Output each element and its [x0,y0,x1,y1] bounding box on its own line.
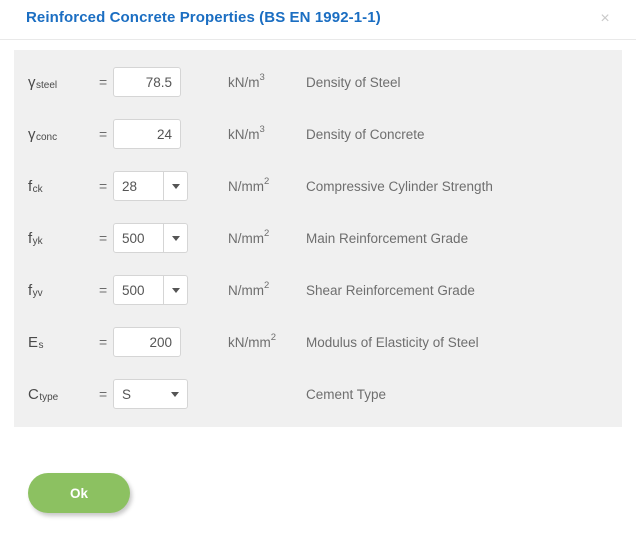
property-symbol-label: Ctype [28,368,58,420]
symbol-base: f [28,281,33,299]
unit-base: N/mm [228,230,264,246]
select-value: S [122,386,132,402]
symbol-base: C [28,385,39,403]
property-symbol-label: γ conc [28,108,57,160]
value-input[interactable] [113,327,181,357]
value-input[interactable] [113,67,181,97]
property-field: S [113,368,188,420]
equals-sign: = [99,334,108,350]
symbol-base: E [28,333,39,351]
symbol-subscript: s [38,339,44,351]
unit-label: kN/m 3 [228,56,265,108]
value-input[interactable] [113,119,181,149]
property-field [113,56,181,108]
property-description: Compressive Cylinder Strength [306,178,493,194]
property-description: Modulus of Elasticity of Steel [306,334,479,350]
value-combobox[interactable]: 500 [113,275,188,305]
unit-exponent: 2 [270,331,277,343]
chevron-down-icon[interactable] [164,275,188,305]
unit-base: N/mm [228,178,264,194]
property-row: f yk = 500 N/mm 2 Main Reinforcement Grade [14,212,622,264]
property-field: 500 [113,212,188,264]
equals-sign: = [99,386,108,402]
property-description: Density of Concrete [306,126,425,142]
symbol-base: f [28,177,33,195]
property-symbol-label: f yv [28,264,43,316]
reinforced-concrete-properties-dialog: Reinforced Concrete Properties (BS EN 19… [0,0,636,541]
page-title: Reinforced Concrete Properties (BS EN 19… [26,9,381,26]
properties-panel: γsteel=kN/m3Density of Steelγconc=kN/m3D… [14,50,622,427]
caret-glyph [171,183,180,189]
property-description: Main Reinforcement Grade [306,230,469,246]
property-description: Density of Steel [306,74,401,90]
unit-exponent: 2 [264,227,270,239]
property-symbol-label: Es [28,316,44,368]
property-row: Es = kN/mm2 Modulus of Elasticity of Steel [14,316,622,368]
equals-sign: = [99,178,108,194]
property-description: Cement Type [306,386,387,402]
property-field: 28 [113,160,188,212]
property-description: Shear Reinforcement Grade [306,282,475,298]
symbol-subscript: yv [32,287,43,299]
property-field [113,316,181,368]
equals-sign: = [99,282,108,298]
property-field [113,108,181,160]
unit-exponent: 3 [259,123,265,135]
unit-base: kN/m [228,74,260,90]
combobox-value[interactable]: 500 [113,223,164,253]
equals-sign: = [99,74,108,90]
symbol-subscript: yk [32,235,43,247]
close-icon[interactable]: × [596,10,614,28]
unit-label: N/mm 2 [228,212,269,264]
unit-exponent: 2 [264,279,270,291]
symbol-base: γ [28,125,36,143]
unit-base: kN/mm [228,334,271,350]
equals-sign: = [99,230,108,246]
ok-button[interactable]: Ok [28,473,130,513]
symbol-subscript: type [39,391,59,403]
property-symbol-label: γ steel [28,56,57,108]
unit-label: kN/mm 2 [228,316,276,368]
unit-label: N/mm 2 [228,264,269,316]
value-combobox[interactable]: 28 [113,171,188,201]
chevron-down-icon [171,391,179,397]
property-symbol-label: f yk [28,212,43,264]
property-row: f ck = 28 N/mm 2 Compressive Cylinder Strength [14,160,622,212]
symbol-subscript: steel [36,79,58,91]
symbol-base: γ [28,73,36,91]
combobox-value[interactable]: 28 [113,171,164,201]
unit-label: N/mm 2 [228,160,269,212]
chevron-down-icon[interactable] [164,171,188,201]
property-row: Ctype = S Cement Type [14,368,622,420]
caret-glyph [171,287,180,293]
dialog-header: Reinforced Concrete Properties (BS EN 19… [0,0,636,40]
unit-exponent: 2 [264,175,270,187]
symbol-subscript: ck [32,183,43,195]
property-row: γconc = kN/m3 Density of Concrete [14,108,622,160]
caret-glyph [171,235,180,241]
symbol-subscript: conc [36,131,58,143]
unit-base: kN/m [228,126,260,142]
property-symbol-label: f ck [28,160,43,212]
property-field: 500 [113,264,188,316]
symbol-base: f [28,229,33,247]
property-row: γsteel = kN/m3 Density of Steel [14,56,622,108]
value-select[interactable]: S [113,379,188,409]
property-row: f yv = 500 N/mm 2 Shear Reinforcement Grade [14,264,622,316]
unit-label: kN/m 3 [228,108,265,160]
unit-exponent: 3 [259,71,265,83]
combobox-value[interactable]: 500 [113,275,164,305]
unit-base: N/mm [228,282,264,298]
chevron-down-icon[interactable] [164,223,188,253]
value-combobox[interactable]: 500 [113,223,188,253]
equals-sign: = [99,126,108,142]
